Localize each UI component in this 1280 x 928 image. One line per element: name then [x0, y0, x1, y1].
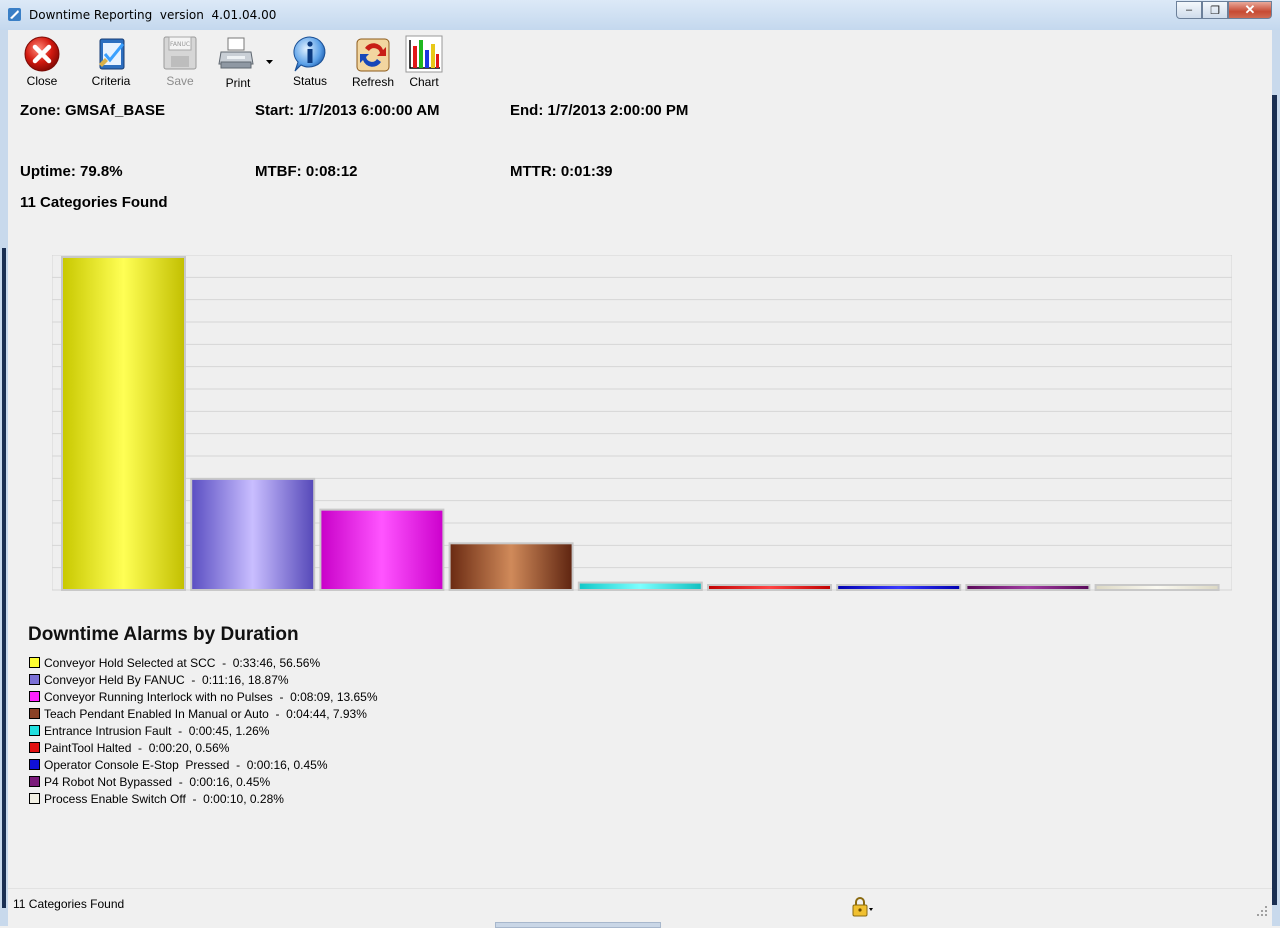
lock-icon[interactable] — [851, 896, 873, 918]
chart-button[interactable]: Chart — [403, 34, 445, 90]
legend-swatch — [29, 691, 40, 702]
legend-swatch — [29, 793, 40, 804]
chart-bar — [965, 584, 1091, 591]
criteria-button[interactable]: Criteria — [84, 34, 138, 90]
legend-label: Conveyor Running Interlock with no Pulse… — [44, 689, 378, 704]
legend-swatch — [29, 776, 40, 787]
refresh-button[interactable]: Refresh — [348, 34, 398, 90]
app-icon — [8, 8, 21, 21]
floppy-label: FANUC — [170, 41, 190, 48]
legend-item: Conveyor Hold Selected at SCC - 0:33:46,… — [29, 654, 378, 671]
window-close-button[interactable]: ✕ — [1228, 1, 1272, 19]
minimize-button[interactable]: – — [1176, 1, 1202, 19]
end-time-text: End: 1/7/2013 2:00:00 PM — [510, 102, 689, 119]
window-frame-shadow-left — [2, 248, 6, 908]
bar-chart-icon — [405, 35, 443, 73]
close-circle-icon — [24, 36, 60, 72]
print-button[interactable]: Print — [216, 34, 273, 90]
legend-label: Conveyor Held By FANUC - 0:11:16, 18.87% — [44, 672, 289, 687]
legend-label: Entrance Intrusion Fault - 0:00:45, 1.26… — [44, 723, 270, 738]
legend-swatch — [29, 759, 40, 770]
status-bar: 11 Categories Found — [8, 888, 1272, 928]
chart-bar — [577, 581, 703, 592]
chevron-down-icon[interactable] — [266, 60, 273, 65]
legend-item: Process Enable Switch Off - 0:00:10, 0.2… — [29, 790, 378, 807]
restore-button[interactable]: ❐ — [1202, 1, 1228, 19]
status-progress-bar — [495, 922, 661, 928]
chart-bar — [1094, 584, 1220, 591]
legend-item: Entrance Intrusion Fault - 0:00:45, 1.26… — [29, 722, 378, 739]
legend-item: PaintTool Halted - 0:00:20, 0.56% — [29, 739, 378, 756]
mttr-text: MTTR: 0:01:39 — [510, 163, 613, 180]
legend-label: PaintTool Halted - 0:00:20, 0.56% — [44, 740, 230, 755]
start-time-text: Start: 1/7/2013 6:00:00 AM — [255, 102, 440, 119]
legend-label: Conveyor Hold Selected at SCC - 0:33:46,… — [44, 655, 321, 670]
printer-icon — [218, 37, 254, 69]
info-icon — [293, 36, 326, 72]
legend-item: Teach Pendant Enabled In Manual or Auto … — [29, 705, 378, 722]
client-area: Close Criteria FANUC Save Print Status R… — [8, 30, 1272, 928]
categories-found-text: 11 Categories Found — [20, 194, 168, 211]
minimize-icon: – — [1185, 4, 1193, 16]
criteria-label: Criteria — [91, 74, 131, 88]
legend-label: Operator Console E-Stop Pressed - 0:00:1… — [44, 757, 328, 772]
refresh-label: Refresh — [351, 75, 395, 89]
zone-text: Zone: GMSAf_BASE — [20, 102, 166, 119]
window-title: Downtime Reporting version 4.01.04.00 — [29, 8, 277, 22]
chart-bar — [61, 256, 186, 591]
legend-title: Downtime Alarms by Duration — [28, 624, 299, 645]
restore-icon: ❐ — [1210, 4, 1220, 17]
refresh-icon — [356, 38, 390, 72]
window-frame-shadow-right — [1272, 95, 1277, 905]
print-label: Print — [225, 76, 251, 90]
floppy-disk-icon: FANUC — [163, 36, 197, 70]
legend-swatch — [29, 725, 40, 736]
legend-item: Operator Console E-Stop Pressed - 0:00:1… — [29, 756, 378, 773]
save-label: Save — [166, 74, 194, 88]
window-titlebar[interactable]: Downtime Reporting version 4.01.04.00 – … — [0, 0, 1280, 31]
close-label: Close — [26, 74, 58, 88]
legend-label: Teach Pendant Enabled In Manual or Auto … — [44, 706, 367, 721]
legend-swatch — [29, 657, 40, 668]
legend-item: P4 Robot Not Bypassed - 0:00:16, 0.45% — [29, 773, 378, 790]
uptime-text: Uptime: 79.8% — [20, 163, 123, 180]
checklist-icon — [99, 38, 125, 70]
chart-bar — [319, 508, 445, 591]
legend-item: Conveyor Held By FANUC - 0:11:16, 18.87% — [29, 671, 378, 688]
chart-bar — [448, 542, 574, 592]
close-button[interactable]: Close — [18, 34, 66, 90]
chart-label: Chart — [409, 75, 439, 89]
status-button[interactable]: Status — [287, 34, 333, 90]
chart-legend: Conveyor Hold Selected at SCC - 0:33:46,… — [29, 654, 378, 807]
chart-bar — [707, 584, 832, 591]
legend-swatch — [29, 708, 40, 719]
status-bar-text: 11 Categories Found — [13, 897, 125, 911]
save-button[interactable]: FANUC Save — [157, 34, 203, 90]
chart-bar — [836, 584, 962, 591]
close-x-icon: ✕ — [1244, 2, 1256, 17]
resize-grip-icon[interactable] — [1256, 905, 1268, 917]
window-controls: – ❐ ✕ — [1176, 1, 1272, 20]
mtbf-text: MTBF: 0:08:12 — [255, 163, 358, 180]
legend-label: Process Enable Switch Off - 0:00:10, 0.2… — [44, 791, 284, 806]
legend-item: Conveyor Running Interlock with no Pulse… — [29, 688, 378, 705]
legend-swatch — [29, 742, 40, 753]
downtime-bar-chart — [52, 255, 1232, 592]
status-label: Status — [292, 74, 328, 88]
legend-swatch — [29, 674, 40, 685]
legend-label: P4 Robot Not Bypassed - 0:00:16, 0.45% — [44, 774, 271, 789]
chart-bar — [190, 477, 316, 591]
